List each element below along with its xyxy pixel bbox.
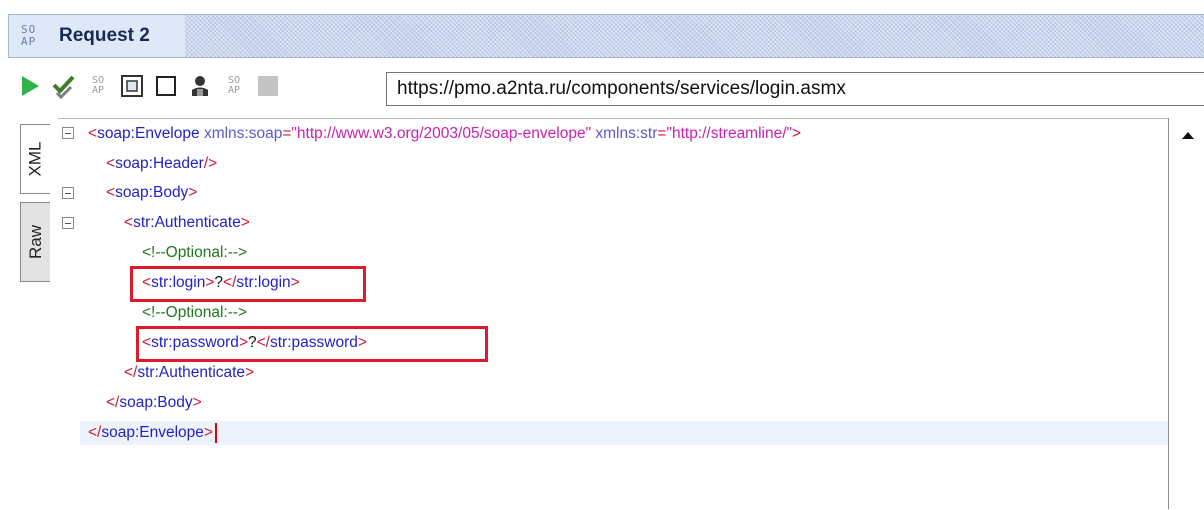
- top-strip: [0, 0, 1204, 10]
- soap-settings-button[interactable]: SO AP: [220, 72, 248, 100]
- request-title-bar[interactable]: SO AP Request 2: [8, 14, 1204, 58]
- view-tabs: XML Raw: [14, 118, 59, 509]
- soap-icon: SO AP: [92, 76, 104, 96]
- soap-format-button[interactable]: SO AP: [84, 72, 112, 100]
- fold-gutter: [58, 119, 80, 510]
- code-line: <soap:Header/>: [106, 155, 218, 172]
- soap-logo-icon: SO AP: [21, 21, 51, 51]
- request-title: Request 2: [59, 25, 150, 46]
- password-highlight-box: [136, 326, 488, 362]
- tab-xml-label: XML: [25, 141, 45, 177]
- soap-icon-text: AP: [227, 85, 241, 96]
- current-code-line: </soap:Envelope>: [80, 421, 1168, 445]
- check-request-button[interactable]: [50, 72, 78, 100]
- code-line: <!--Optional:-->: [142, 304, 248, 321]
- fold-authenticate-icon[interactable]: [62, 217, 74, 229]
- code-line: </str:Authenticate>: [124, 364, 255, 381]
- code-line: <str:Authenticate>: [124, 214, 250, 231]
- expand-icon: [121, 75, 143, 97]
- vertical-scrollbar[interactable]: [1168, 118, 1204, 509]
- fold-body-icon[interactable]: [62, 187, 74, 199]
- fullscreen-button[interactable]: [118, 72, 146, 100]
- login-highlight-box: [130, 266, 366, 302]
- code-line: <!--Optional:-->: [142, 244, 248, 261]
- run-request-button[interactable]: [16, 72, 44, 100]
- square-icon: [156, 76, 176, 96]
- request-toolbar: SO AP SO AP https://pmo.a2nta.ru/compone…: [8, 62, 1204, 114]
- tab-raw-label: Raw: [25, 224, 45, 260]
- code-line: <soap:Envelope xmlns:soap="http://www.w3…: [88, 125, 802, 142]
- scroll-up-arrow-icon: [1182, 132, 1194, 139]
- stop-icon: [258, 76, 278, 96]
- soap-icon-text: AP: [91, 85, 105, 96]
- scroll-up-button[interactable]: [1175, 122, 1201, 148]
- user-icon: [192, 76, 208, 96]
- xml-editor[interactable]: <soap:Envelope xmlns:soap="http://www.w3…: [58, 118, 1168, 510]
- fold-envelope-icon[interactable]: [62, 127, 74, 139]
- check-icon: [52, 75, 75, 99]
- code-line: </soap:Body>: [106, 394, 202, 411]
- auth-button[interactable]: [186, 72, 214, 100]
- tab-raw[interactable]: Raw: [20, 202, 50, 282]
- soap-icon: SO AP: [228, 76, 240, 96]
- tab-xml[interactable]: XML: [20, 124, 50, 194]
- toggle-pane-button[interactable]: [152, 72, 180, 100]
- stop-button[interactable]: [254, 72, 282, 100]
- code-line: <soap:Body>: [106, 184, 198, 201]
- title-area: SO AP Request 2: [9, 15, 185, 57]
- text-caret: [214, 422, 217, 443]
- logo-bottom-text: AP: [21, 35, 37, 48]
- play-icon: [22, 76, 39, 96]
- endpoint-url-field[interactable]: https://pmo.a2nta.ru/components/services…: [386, 72, 1204, 106]
